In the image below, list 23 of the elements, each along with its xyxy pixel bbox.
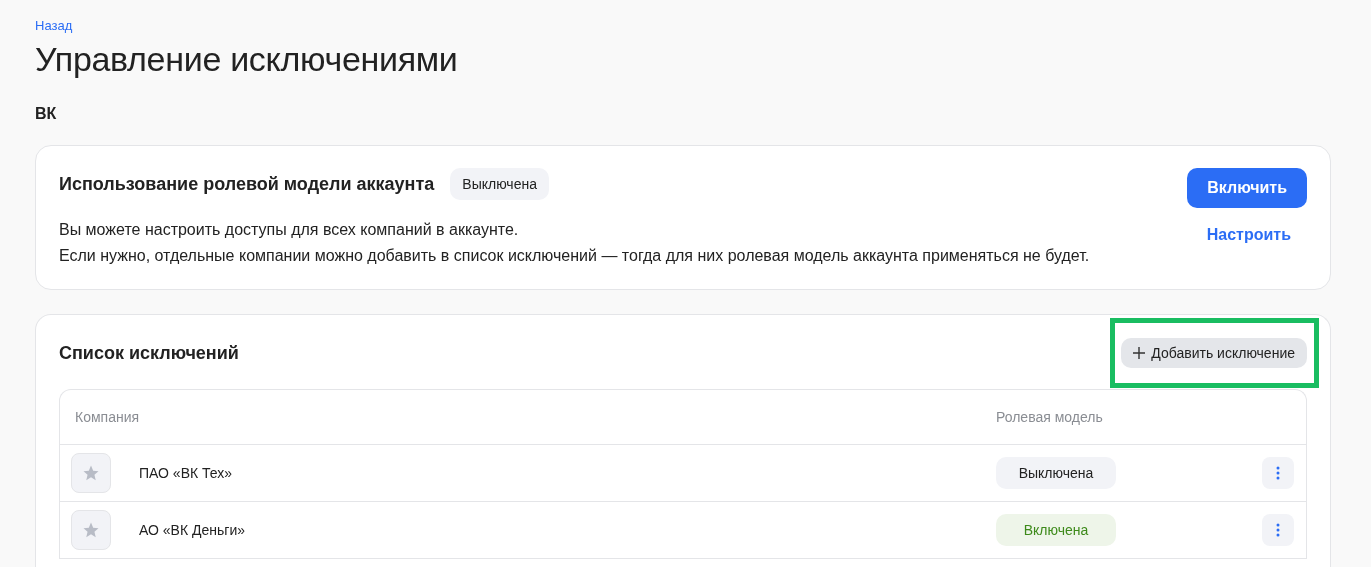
more-icon	[1276, 523, 1280, 537]
page-title: Управление исключениями	[35, 40, 459, 79]
plus-icon	[1133, 347, 1146, 359]
column-header: Компания	[74, 409, 141, 425]
company-name: ПАО «ВК Тех»	[139, 465, 233, 481]
card-title: Использование ролевой модели аккаунта	[59, 173, 435, 195]
column-header: Ролевая модель	[996, 409, 1104, 425]
company-name: АО «ВК Деньги»	[139, 522, 245, 538]
more-button[interactable]	[1262, 514, 1294, 546]
status-badge: Выключена	[450, 168, 549, 200]
enable-button[interactable]: Включить	[1187, 168, 1307, 208]
section-title: Список исключений	[59, 342, 239, 364]
back-link[interactable]: Назад	[35, 18, 73, 33]
more-icon	[1276, 466, 1280, 480]
card-description: Вы можете настроить доступы для всех компаний в аккаунте. Если нужно, отдельные компании можно добавить в список исключений — тогда для них ролевая модель аккаунта применяться не будет.	[59, 220, 1090, 266]
status-badge: Выключена	[996, 457, 1116, 489]
configure-link[interactable]: Настроить	[1206, 226, 1291, 244]
star-icon	[82, 464, 100, 482]
add-exception-button[interactable]: Добавить исключение	[1121, 338, 1307, 368]
more-button[interactable]	[1262, 457, 1294, 489]
account-name: ВК	[35, 105, 57, 123]
star-icon	[82, 521, 100, 539]
status-badge: Включена	[996, 514, 1116, 546]
